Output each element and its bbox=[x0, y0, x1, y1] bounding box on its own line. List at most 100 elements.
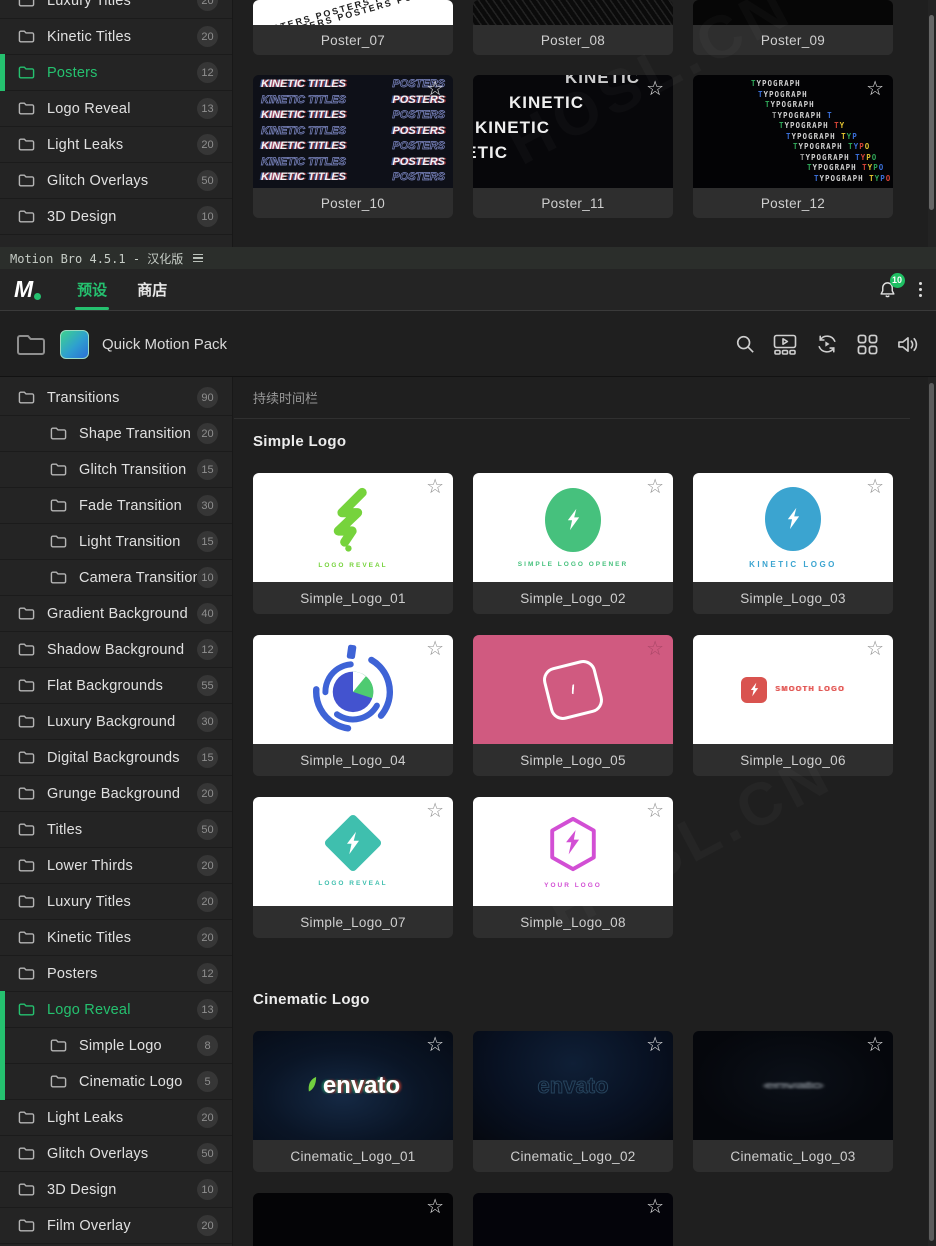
sidebar-item-transitions[interactable]: Transitions90 bbox=[0, 380, 232, 416]
sidebar-item-kinetic-titles[interactable]: Kinetic Titles20 bbox=[0, 920, 232, 956]
autoplay-sync-icon[interactable] bbox=[815, 333, 839, 355]
sidebar-item-fade-transition[interactable]: Fade Transition30 bbox=[0, 488, 232, 524]
sidebar-item-digital-backgrounds[interactable]: Digital Backgrounds15 bbox=[0, 740, 232, 776]
sidebar-item-3d-design[interactable]: 3D Design10 bbox=[0, 1172, 232, 1208]
favorite-star-icon[interactable]: ☆ bbox=[866, 79, 884, 99]
favorite-star-icon[interactable]: ☆ bbox=[426, 477, 444, 497]
preset-card-simple-logo-07[interactable]: LOGO REVEAL☆Simple_Logo_07 bbox=[253, 797, 453, 938]
preset-thumbnail[interactable]: ☆ bbox=[253, 1193, 453, 1246]
sidebar-item-titles[interactable]: Titles50 bbox=[0, 812, 232, 848]
preset-thumbnail[interactable]: SMOOTH LOGO☆ bbox=[693, 635, 893, 744]
preset-thumbnail[interactable]: envato☆ bbox=[253, 1031, 453, 1140]
sidebar-item-shadow-background[interactable]: Shadow Background12 bbox=[0, 632, 232, 668]
sidebar-item-glitch-transition[interactable]: Glitch Transition15 bbox=[0, 452, 232, 488]
sidebar-item-3d-design[interactable]: 3D Design10 bbox=[0, 199, 232, 235]
preset-card-simple-logo-02[interactable]: SIMPLE LOGO OPENER☆Simple_Logo_02 bbox=[473, 473, 673, 614]
favorite-star-icon[interactable]: ☆ bbox=[646, 1035, 664, 1055]
preset-thumbnail[interactable]: ☆ bbox=[473, 0, 673, 25]
favorite-star-icon[interactable]: ☆ bbox=[646, 639, 664, 659]
preset-thumbnail[interactable]: ☆ bbox=[473, 635, 673, 744]
notifications-bell-icon[interactable]: 10 bbox=[878, 280, 897, 300]
pack-thumbnail[interactable] bbox=[60, 330, 89, 359]
favorite-star-icon[interactable]: ☆ bbox=[426, 639, 444, 659]
motion-bro-logo[interactable]: M bbox=[14, 276, 41, 303]
preset-card-cin4[interactable]: ☆ bbox=[253, 1193, 453, 1246]
preset-card-cinematic-logo-01[interactable]: envato☆Cinematic_Logo_01 bbox=[253, 1031, 453, 1172]
sidebar-item-posters[interactable]: Posters12 bbox=[0, 55, 232, 91]
favorite-star-icon[interactable]: ☆ bbox=[646, 79, 664, 99]
sound-icon[interactable] bbox=[896, 334, 920, 355]
favorite-star-icon[interactable]: ☆ bbox=[646, 801, 664, 821]
sidebar-item-logo-reveal[interactable]: Logo Reveal13 bbox=[0, 91, 232, 127]
preset-thumbnail[interactable]: envato☆ bbox=[473, 1031, 673, 1140]
preset-card-simple-logo-05[interactable]: ☆Simple_Logo_05 bbox=[473, 635, 673, 776]
preset-card-cin5[interactable]: to☆ bbox=[473, 1193, 673, 1246]
sidebar-item-kinetic-titles[interactable]: Kinetic Titles20 bbox=[0, 19, 232, 55]
preset-thumbnail[interactable]: SIMPLE LOGO OPENER☆ bbox=[473, 473, 673, 582]
preset-card-cinematic-logo-02[interactable]: envato☆Cinematic_Logo_02 bbox=[473, 1031, 673, 1172]
preset-card-poster-09[interactable]: ☆Poster_09 bbox=[693, 0, 893, 55]
tab-store[interactable]: 商店 bbox=[137, 269, 167, 310]
scrollbar-thumb-top[interactable] bbox=[929, 15, 934, 210]
preset-thumbnail[interactable]: KINETIC TITLESPOSTERSKINETIC TITLESPOSTE… bbox=[253, 75, 453, 188]
preset-card-poster-11[interactable]: KINETICKINETICKINETICKINETICKINETIC☆Post… bbox=[473, 75, 673, 218]
preset-thumbnail[interactable]: envato☆ bbox=[693, 1031, 893, 1140]
preset-thumbnail[interactable]: to☆ bbox=[473, 1193, 673, 1246]
sidebar-item-posters[interactable]: Posters12 bbox=[0, 956, 232, 992]
favorite-star-icon[interactable]: ☆ bbox=[646, 1197, 664, 1217]
preview-mode-icon[interactable] bbox=[773, 334, 797, 355]
sidebar-item-camera-transition[interactable]: Camera Transition10 bbox=[0, 560, 232, 596]
favorite-star-icon[interactable]: ☆ bbox=[426, 1197, 444, 1217]
favorite-star-icon[interactable]: ☆ bbox=[866, 1035, 884, 1055]
preset-thumbnail[interactable]: KINETIC LOGO☆ bbox=[693, 473, 893, 582]
sidebar-item-light-leaks[interactable]: Light Leaks20 bbox=[0, 1100, 232, 1136]
preset-card-simple-logo-01[interactable]: LOGO REVEAL☆Simple_Logo_01 bbox=[253, 473, 453, 614]
sidebar-item-cinematic-logo[interactable]: Cinematic Logo5 bbox=[0, 1064, 232, 1100]
sidebar-item-flat-backgrounds[interactable]: Flat Backgrounds55 bbox=[0, 668, 232, 704]
preset-card-cinematic-logo-03[interactable]: envato☆Cinematic_Logo_03 bbox=[693, 1031, 893, 1172]
scrollbar-thumb-bottom[interactable] bbox=[929, 383, 934, 1241]
favorite-star-icon[interactable]: ☆ bbox=[646, 477, 664, 497]
sidebar-item-light-transition[interactable]: Light Transition15 bbox=[0, 524, 232, 560]
preset-card-poster-07[interactable]: POSTERS POSTERS POSTERS POSTERS POSTERS … bbox=[253, 0, 453, 55]
preset-thumbnail[interactable]: TYPOGRAPH TYPOGRAPH TYPOGRAPH TYPOGRAPH … bbox=[693, 75, 893, 188]
sidebar-item-glitch-overlays[interactable]: Glitch Overlays50 bbox=[0, 1136, 232, 1172]
window-title-bar[interactable]: Motion Bro 4.5.1 - 汉化版 bbox=[0, 247, 936, 269]
sidebar-item-glitch-overlays[interactable]: Glitch Overlays50 bbox=[0, 163, 232, 199]
folder-back-icon[interactable] bbox=[16, 332, 46, 357]
favorite-star-icon[interactable]: ☆ bbox=[426, 801, 444, 821]
sidebar-item-logo-reveal[interactable]: Logo Reveal13 bbox=[0, 992, 232, 1028]
preset-card-poster-10[interactable]: KINETIC TITLESPOSTERSKINETIC TITLESPOSTE… bbox=[253, 75, 453, 218]
preset-thumbnail[interactable]: ☆ bbox=[253, 635, 453, 744]
preset-card-simple-logo-06[interactable]: SMOOTH LOGO☆Simple_Logo_06 bbox=[693, 635, 893, 776]
sidebar-item-light-leaks[interactable]: Light Leaks20 bbox=[0, 127, 232, 163]
hamburger-icon[interactable] bbox=[193, 254, 203, 263]
sidebar-item-luxury-background[interactable]: Luxury Background30 bbox=[0, 704, 232, 740]
sidebar-item-lower-thirds[interactable]: Lower Thirds20 bbox=[0, 848, 232, 884]
tab-presets[interactable]: 预设 bbox=[77, 269, 107, 310]
preset-card-simple-logo-04[interactable]: ☆Simple_Logo_04 bbox=[253, 635, 453, 776]
preset-thumbnail[interactable]: POSTERS POSTERS POSTERS POSTERS POSTERS … bbox=[253, 0, 453, 25]
preset-card-simple-logo-08[interactable]: YOUR LOGO☆Simple_Logo_08 bbox=[473, 797, 673, 938]
preset-thumbnail[interactable]: LOGO REVEAL☆ bbox=[253, 473, 453, 582]
sidebar-item-simple-logo[interactable]: Simple Logo8 bbox=[0, 1028, 232, 1064]
favorite-star-icon[interactable]: ☆ bbox=[426, 1035, 444, 1055]
sidebar-item-grunge-background[interactable]: Grunge Background20 bbox=[0, 776, 232, 812]
preset-thumbnail[interactable]: YOUR LOGO☆ bbox=[473, 797, 673, 906]
sidebar-item-shape-transition[interactable]: Shape Transition20 bbox=[0, 416, 232, 452]
sidebar-item-gradient-background[interactable]: Gradient Background40 bbox=[0, 596, 232, 632]
sidebar-item-luxury-titles[interactable]: Luxury Titles20 bbox=[0, 884, 232, 920]
kebab-menu-icon[interactable] bbox=[919, 282, 923, 298]
preset-card-poster-08[interactable]: ☆Poster_08 bbox=[473, 0, 673, 55]
grid-view-icon[interactable] bbox=[857, 334, 878, 355]
favorite-star-icon[interactable]: ☆ bbox=[426, 79, 444, 99]
search-icon[interactable] bbox=[735, 334, 755, 354]
preset-thumbnail[interactable]: LOGO REVEAL☆ bbox=[253, 797, 453, 906]
sidebar-item-luxury-titles[interactable]: Luxury Titles20 bbox=[0, 0, 232, 19]
preset-card-simple-logo-03[interactable]: KINETIC LOGO☆Simple_Logo_03 bbox=[693, 473, 893, 614]
preset-card-poster-12[interactable]: TYPOGRAPH TYPOGRAPH TYPOGRAPH TYPOGRAPH … bbox=[693, 75, 893, 218]
preset-thumbnail[interactable]: KINETICKINETICKINETICKINETICKINETIC☆ bbox=[473, 75, 673, 188]
favorite-star-icon[interactable]: ☆ bbox=[866, 477, 884, 497]
preset-thumbnail[interactable]: ☆ bbox=[693, 0, 893, 25]
sidebar-item-film-overlay[interactable]: Film Overlay20 bbox=[0, 1208, 232, 1244]
